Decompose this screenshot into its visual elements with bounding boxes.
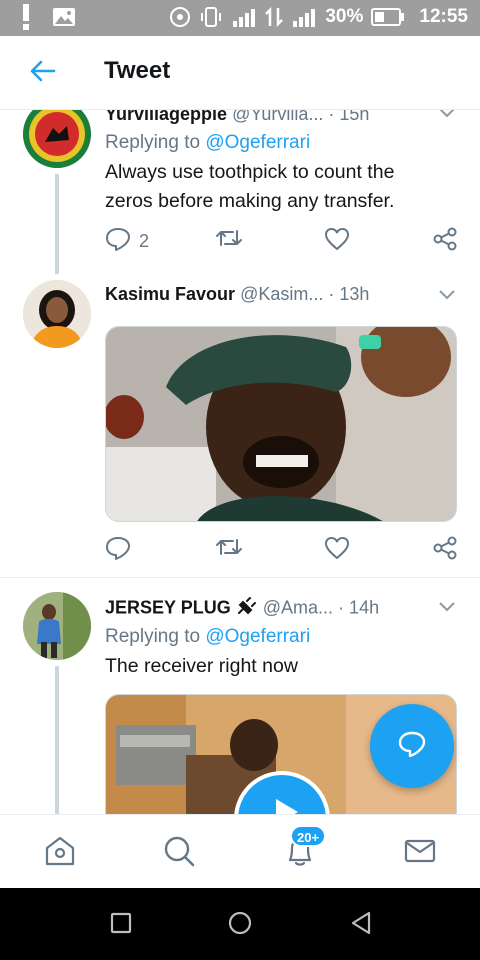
hotspot-icon bbox=[169, 6, 191, 28]
thread-line bbox=[55, 174, 59, 274]
chevron-down-icon[interactable] bbox=[438, 288, 456, 300]
share-icon bbox=[432, 227, 458, 256]
retweet-button[interactable] bbox=[215, 536, 243, 563]
timestamp: · 13h bbox=[328, 284, 370, 304]
share-icon bbox=[432, 536, 458, 565]
tab-messages[interactable] bbox=[402, 835, 438, 871]
vibrate-icon bbox=[199, 6, 223, 28]
signal-icon bbox=[231, 7, 257, 27]
avatar[interactable] bbox=[23, 592, 91, 660]
exclamation-icon bbox=[22, 4, 30, 30]
display-name[interactable]: JERSEY PLUG bbox=[105, 597, 231, 617]
recents-icon bbox=[110, 912, 132, 939]
replying-to-handle[interactable]: @Ogeferrari bbox=[205, 626, 310, 647]
avatar[interactable] bbox=[23, 280, 91, 348]
replying-to-handle[interactable]: @Ogeferrari bbox=[205, 132, 310, 153]
replying-to: Replying to @Ogeferrari bbox=[105, 626, 310, 648]
replying-label: Replying to bbox=[105, 132, 201, 153]
back-button[interactable] bbox=[28, 58, 58, 88]
reply-bubble-icon bbox=[397, 730, 427, 763]
tweet-author-line: JERSEY PLUG @Ama... · 14h bbox=[105, 596, 379, 621]
replying-label: Replying to bbox=[105, 626, 201, 647]
arrow-left-icon bbox=[30, 60, 56, 87]
bottom-tab-bar: 20+ bbox=[0, 814, 480, 888]
tweet-actions bbox=[105, 536, 460, 564]
play-icon bbox=[274, 797, 300, 814]
thread-line bbox=[55, 666, 59, 814]
page-title: Tweet bbox=[104, 57, 171, 84]
tweet-media-image[interactable] bbox=[105, 326, 457, 522]
home-nav-button[interactable] bbox=[227, 911, 253, 940]
search-icon bbox=[162, 834, 196, 873]
tweet-text: The receiver right now bbox=[105, 655, 298, 677]
display-name[interactable]: Yurvillageppie bbox=[105, 110, 227, 124]
replying-to: Replying to @Ogeferrari bbox=[105, 132, 310, 154]
divider bbox=[0, 577, 480, 578]
system-nav-bar bbox=[0, 888, 480, 960]
recents-button[interactable] bbox=[108, 912, 134, 938]
status-bar: 30% 12:55 bbox=[0, 0, 480, 36]
display-name[interactable]: Kasimu Favour bbox=[105, 284, 235, 304]
back-triangle-icon bbox=[350, 911, 372, 940]
tweet-card-1[interactable]: Yurvillageppie @Yurvilla... · 15h Replyi… bbox=[0, 110, 480, 282]
crying-man-photo bbox=[106, 327, 456, 521]
retweet-icon bbox=[215, 536, 243, 563]
handle[interactable]: @Ama... bbox=[263, 597, 333, 617]
tweet-actions: 2 bbox=[105, 227, 460, 255]
clock: 12:55 bbox=[419, 6, 468, 27]
app-header: Tweet bbox=[0, 36, 480, 110]
reply-fab-button[interactable] bbox=[370, 704, 454, 788]
back-nav-button[interactable] bbox=[348, 911, 374, 940]
notifications-badge: 20+ bbox=[290, 825, 327, 847]
signal-icon-2 bbox=[291, 7, 317, 27]
timestamp: · 15h bbox=[328, 110, 370, 124]
chevron-down-icon[interactable] bbox=[438, 600, 456, 612]
heart-icon bbox=[324, 536, 350, 565]
share-button[interactable] bbox=[432, 227, 458, 256]
tweet-author-line: Yurvillageppie @Yurvilla... · 15h bbox=[105, 110, 369, 125]
tweet-text: Always use toothpick to count the zeros … bbox=[105, 161, 395, 212]
tweet-card-2[interactable]: Kasimu Favour @Kasim... · 13h bbox=[0, 280, 480, 578]
tab-home[interactable] bbox=[42, 835, 78, 871]
share-button[interactable] bbox=[432, 536, 458, 565]
reply-button[interactable] bbox=[105, 536, 131, 565]
tweet-detail-screen: 30% 12:55 Tweet Yurvillageppie @Yurvilla… bbox=[0, 0, 480, 960]
data-icon bbox=[265, 6, 284, 28]
battery-percent: 30% bbox=[325, 6, 364, 27]
like-button[interactable] bbox=[324, 536, 350, 565]
tweet-author-line: Kasimu Favour @Kasim... · 13h bbox=[105, 284, 369, 305]
home-icon bbox=[43, 834, 77, 873]
plug-icon bbox=[236, 596, 258, 621]
home-circle-icon bbox=[228, 911, 252, 940]
mail-icon bbox=[403, 834, 437, 873]
heart-icon bbox=[324, 227, 350, 256]
tab-search[interactable] bbox=[161, 835, 197, 871]
reply-button[interactable]: 2 bbox=[105, 227, 149, 256]
battery-icon bbox=[371, 8, 405, 26]
timestamp: · 14h bbox=[338, 597, 380, 618]
reply-icon bbox=[105, 227, 131, 256]
avatar[interactable] bbox=[23, 110, 91, 168]
handle[interactable]: @Kasim... bbox=[240, 284, 323, 304]
chevron-down-icon[interactable] bbox=[438, 110, 456, 118]
image-icon bbox=[52, 7, 76, 27]
like-button[interactable] bbox=[324, 227, 350, 256]
reply-count: 2 bbox=[139, 231, 150, 251]
reply-icon bbox=[105, 536, 131, 565]
retweet-button[interactable] bbox=[215, 227, 243, 254]
retweet-icon bbox=[215, 227, 243, 254]
handle[interactable]: @Yurvilla... bbox=[232, 110, 323, 124]
